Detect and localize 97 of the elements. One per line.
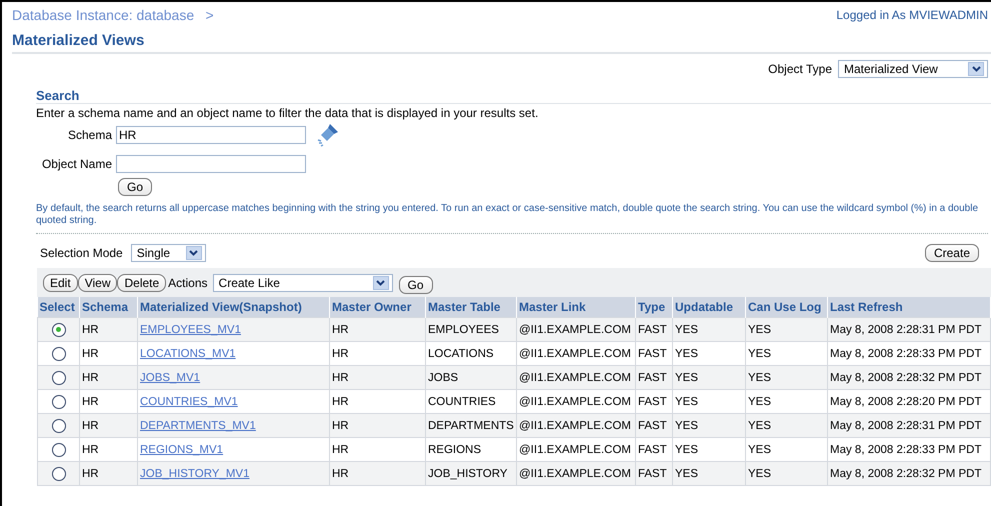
table-cell: FAST [638,420,667,432]
table-cell: HR [332,444,349,456]
table-cell: EMPLOYEES [428,324,499,336]
table-cell: @II1.EXAMPLE.COM [519,468,632,480]
column-header: Select [38,297,80,318]
table-cell: May 8, 2008 2:28:31 PM PDT [830,420,982,432]
table-cell: YES [675,420,698,432]
table-cell: HR [332,420,349,432]
search-instructions: Enter a schema name and an object name to filter the data that is displayed in your results set. [36,106,540,120]
create-button[interactable]: Create [924,244,979,262]
field-label: Object Name [40,156,113,170]
radio-button[interactable] [52,346,66,360]
table-cell: HR [82,396,99,408]
table-cell: YES [675,444,698,456]
table-cell: HR [332,396,349,408]
field-label: Schema [66,128,113,142]
view-link[interactable]: JOBS_MV1 [140,372,200,384]
table-cell: YES [748,444,772,456]
table-cell: YES [748,396,772,408]
table-cell: May 8, 2008 2:28:31 PM PDT [830,324,982,336]
table-cell: FAST [638,324,667,336]
table-cell: @II1.EXAMPLE.COM [519,396,632,408]
table-cell: May 8, 2008 2:28:33 PM PDT [830,348,982,360]
table-cell: YES [675,348,698,360]
table-cell: May 8, 2008 2:28:32 PM PDT [830,468,982,480]
column-header: Master Owner [330,297,426,318]
table-cell: @II1.EXAMPLE.COM [519,348,632,360]
radio-button[interactable] [52,322,66,336]
table-cell: May 8, 2008 2:28:20 PM PDT [830,396,982,408]
actions-dropdown[interactable]: Create Like [212,274,393,292]
radio-button[interactable] [52,418,66,432]
search-hint: By default, the search returns all uppercase matches beginning with the string you entered. To run an exact or case-sensitive match, double quote the search string. You can use the wildcard symbol (%) in a double quoted string. [36,203,980,227]
table-cell: HR [82,348,99,360]
toolbar-button[interactable]: Delete [117,274,166,292]
table-cell: DEPARTMENTS [428,420,514,432]
table-cell: @II1.EXAMPLE.COM [519,444,632,456]
table-cell: YES [675,372,698,384]
table-cell: @II1.EXAMPLE.COM [519,324,632,336]
table-cell: YES [748,420,772,432]
flashlight-icon[interactable] [316,122,340,148]
table-cell: FAST [638,372,667,384]
table-cell: HR [82,468,99,480]
table-cell: JOBS [428,372,458,384]
table-cell: HR [332,324,349,336]
page-title: Materialized Views [12,28,991,54]
table-cell: YES [675,396,698,408]
column-header: Can Use Log [746,297,828,318]
selection-mode-dropdown[interactable]: Single [130,244,206,262]
column-header: Updatable [672,297,746,318]
toolbar-button[interactable]: Edit [43,274,78,292]
go-button[interactable]: Go [118,178,152,196]
table-cell: @II1.EXAMPLE.COM [519,420,632,432]
column-header: Master Table [426,297,516,318]
breadcrumb-separator: > [205,7,214,23]
toolbar-button[interactable]: View [78,274,118,292]
input-field[interactable]: HR [116,126,306,144]
column-header: Schema [80,297,138,318]
table-cell: May 8, 2008 2:28:33 PM PDT [830,444,982,456]
table-cell: YES [675,324,698,336]
selection-mode-label: Selection Mode [40,246,123,260]
go-button[interactable]: Go [398,276,433,294]
actions-label: Actions [168,276,208,290]
table-cell: HR [332,468,349,480]
table-cell: COUNTRIES [428,396,496,408]
table-cell: @II1.EXAMPLE.COM [519,372,632,384]
table-cell: HR [82,324,99,336]
table-cell: YES [748,468,772,480]
table-cell: HR [82,444,99,456]
input-field[interactable] [116,154,306,172]
search-heading: Search [36,88,991,104]
radio-button[interactable] [52,466,66,480]
table-cell: YES [748,372,772,384]
table-cell: HR [332,348,349,360]
object-type-dropdown[interactable]: Materialized View [838,60,988,78]
column-header: Materialized View(Snapshot) [138,297,330,318]
radio-button[interactable] [52,442,66,456]
table-cell: FAST [638,348,667,360]
table-cell: YES [748,324,772,336]
table-cell: YES [675,468,698,480]
radio-button[interactable] [52,394,66,408]
column-header: Type [636,297,672,318]
table-cell: LOCATIONS [428,348,494,360]
table-cell: REGIONS [428,444,482,456]
object-type-label: Object Type [768,62,832,76]
table-cell: HR [332,372,349,384]
column-header: Master Link [516,297,636,318]
table-cell: YES [748,348,772,360]
table-cell: FAST [638,444,667,456]
table-cell: HR [82,420,99,432]
user-info: Logged in As MVIEWADMIN [836,8,988,22]
column-header: Last Refresh [828,297,990,318]
table-cell: May 8, 2008 2:28:32 PM PDT [830,372,982,384]
table-cell: FAST [638,468,667,480]
table-cell: FAST [638,396,667,408]
table-cell: JOB_HISTORY [428,468,508,480]
radio-button[interactable] [52,370,66,384]
table-cell: HR [82,372,99,384]
